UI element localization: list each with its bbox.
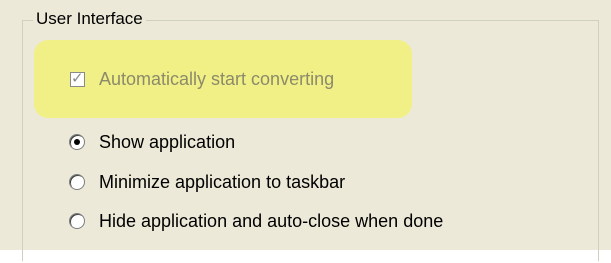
auto-convert-checkbox[interactable]: ✓ bbox=[70, 69, 85, 87]
groupbox-title: User Interface bbox=[33, 8, 146, 30]
radio-minimize-application[interactable]: Minimize application to taskbar bbox=[69, 171, 345, 193]
radio-button[interactable] bbox=[69, 213, 85, 229]
checkmark-icon: ✓ bbox=[71, 69, 84, 87]
radio-hide-application[interactable]: Hide application and auto-close when don… bbox=[69, 210, 443, 232]
radio-dot-icon bbox=[74, 139, 80, 145]
settings-panel: User Interface ✓ Automatically start con… bbox=[0, 0, 611, 261]
auto-convert-label: Automatically start converting bbox=[99, 69, 335, 89]
radio-minimize-application-label: Minimize application to taskbar bbox=[99, 172, 346, 192]
radio-show-application-label: Show application bbox=[99, 132, 236, 152]
radio-show-application[interactable]: Show application bbox=[69, 131, 235, 153]
radio-hide-application-label: Hide application and auto-close when don… bbox=[99, 211, 444, 231]
radio-button[interactable] bbox=[69, 174, 85, 190]
radio-button-selected[interactable] bbox=[69, 134, 85, 150]
auto-convert-checkbox-row[interactable]: ✓ Automatically start converting bbox=[70, 68, 334, 90]
